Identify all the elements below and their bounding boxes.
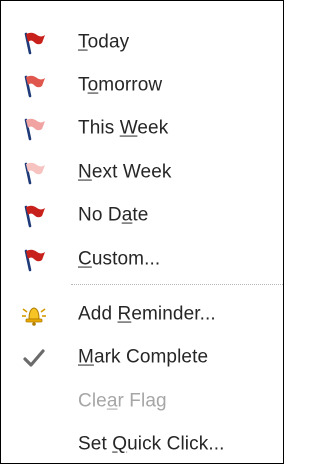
menu-item-no-date[interactable]: No Date <box>1 194 283 237</box>
follow-up-context-menu: Today Tomorrow This Week Next Week No Da… <box>0 0 284 464</box>
menu-item-this-week[interactable]: This Week <box>1 107 283 150</box>
menu-separator <box>71 284 283 285</box>
menu-item-tomorrow[interactable]: Tomorrow <box>1 64 283 107</box>
menu-item-clear-flag: Clear Flag <box>1 380 283 423</box>
menu-item-today[interactable]: Today <box>1 21 283 64</box>
menu-item-label: Mark Complete <box>78 346 209 368</box>
menu-item-label: This Week <box>78 117 169 139</box>
flag-pink-icon <box>19 114 49 144</box>
menu-item-set-quick-click[interactable]: Set Quick Click... <box>1 423 283 466</box>
menu-item-label: Today <box>78 31 130 53</box>
menu-item-label: Set Quick Click... <box>78 433 225 455</box>
menu-item-label: Tomorrow <box>78 74 163 96</box>
flag-red-light-icon <box>19 71 49 101</box>
flag-red-icon <box>19 28 49 58</box>
menu-item-label: No Date <box>78 204 149 226</box>
flag-pale-pink-icon <box>19 158 49 188</box>
flag-red-icon <box>19 201 49 231</box>
menu-item-add-reminder[interactable]: Add Reminder... <box>1 293 283 336</box>
menu-item-label: Custom... <box>78 248 161 270</box>
menu-item-custom[interactable]: Custom... <box>1 238 283 281</box>
menu-item-next-week[interactable]: Next Week <box>1 151 283 194</box>
menu-item-label: Clear Flag <box>78 390 167 412</box>
checkmark-icon <box>19 343 49 373</box>
bell-icon <box>19 300 49 330</box>
menu-item-label: Next Week <box>78 161 172 183</box>
flag-red-icon <box>19 245 49 275</box>
menu-item-label: Add Reminder... <box>78 303 216 325</box>
menu-item-mark-complete[interactable]: Mark Complete <box>1 336 283 379</box>
